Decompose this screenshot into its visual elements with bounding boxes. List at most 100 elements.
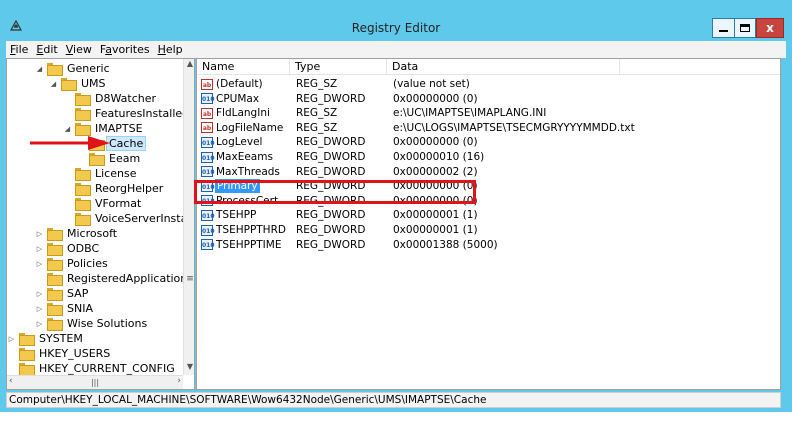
value-type: REG_DWORD [296,92,366,105]
collapsed-icon[interactable]: ▷ [35,260,44,268]
value-type: REG_SZ [296,121,338,134]
tree-item[interactable]: ▷ Wise Solutions [35,316,149,331]
expanded-icon[interactable]: ◢ [49,80,58,88]
folder-icon [47,63,63,76]
value-row[interactable]: 010 MaxEeams REG_DWORD 0x00000010 (16) [197,150,780,164]
folder-icon [89,153,105,166]
collapsed-icon[interactable]: ▷ [35,230,44,238]
folder-icon [47,228,63,241]
tree-item[interactable]: HKEY_USERS [7,346,112,361]
key-tree-pane[interactable]: ◢ Generic ◢ UMS D8Watcher FeaturesInstalled ◢ I… [6,58,195,390]
value-data: 0x00001388 (5000) [393,238,498,251]
value-row[interactable]: 010 CPUMax REG_DWORD 0x00000000 (0) [197,92,780,106]
menu-item-label: ile [15,43,29,56]
tree-item-label: Generic [67,62,110,75]
tree-item[interactable]: ▷ SNIA [35,301,95,316]
value-name: CPUMax [216,92,260,105]
scroll-thumb-grip-icon[interactable]: ||| [67,378,123,388]
tree-item[interactable]: ReorgHelper [63,181,165,196]
menu-item-label: dit [43,43,58,56]
menu-item[interactable]: Help [154,43,187,56]
folder-icon [47,258,63,271]
value-row[interactable]: 010 LogLevel REG_DWORD 0x00000000 (0) [197,135,780,149]
expanded-icon[interactable]: ◢ [35,65,44,73]
collapsed-icon[interactable]: ▷ [35,320,44,328]
tree-item-label: UMS [81,77,106,90]
registry-editor-window: Registry Editor x File Edit View Favorites H… [0,0,792,412]
collapsed-icon[interactable]: ▷ [35,290,44,298]
folder-icon [75,183,91,196]
maximize-button[interactable] [734,18,756,38]
tree-item-label: RegisteredApplications [67,272,183,285]
tree-item[interactable]: ▷ Policies [35,256,110,271]
collapsed-icon[interactable]: ▷ [35,305,44,313]
tree-item[interactable]: ▷ SYSTEM [7,331,85,346]
value-list-header: Name Type Data [197,59,780,75]
tree-horizontal-scrollbar[interactable]: ‹ ||| › [7,375,183,389]
tree-item[interactable]: VoiceServerInstall [63,211,183,226]
value-row[interactable]: ab LogFileName REG_SZ e:\UC\LOGS\IMAPTSE\TS… [197,121,780,135]
tree-item[interactable]: FeaturesInstalled [63,106,183,121]
value-type: REG_DWORD [296,224,366,236]
tree-vertical-scrollbar[interactable]: ▲ ≡ ▼ [183,59,194,375]
tree-item[interactable]: Eeam [77,151,142,166]
tree-item[interactable]: ▷ Microsoft [35,226,119,241]
tree-item[interactable]: ▷ SAP [35,286,90,301]
folder-icon [75,93,91,106]
scroll-up-icon[interactable]: ▲ [184,59,194,72]
value-data: 0x00000000 (0) [393,136,478,149]
scroll-left-icon[interactable]: ‹ [9,376,13,386]
minimize-button[interactable] [712,18,734,38]
value-name: LogFileName [216,121,284,134]
folder-icon [75,123,91,136]
value-name: (Default) [216,78,263,90]
tree-item-label: License [95,167,137,180]
menu-item[interactable]: Edit [32,43,61,56]
value-name: MaxEeams [216,151,273,163]
tree-item[interactable]: D8Watcher [63,91,158,106]
close-button[interactable]: x [756,18,784,38]
column-header-type[interactable]: Type [290,59,387,75]
minimize-icon [719,30,728,32]
status-bar-path: Computer\HKEY_LOCAL_MACHINE\SOFTWARE\Wow… [6,392,781,408]
scroll-down-icon[interactable]: ▼ [184,362,194,375]
value-list-pane[interactable]: Name Type Data ab (Default) REG_SZ (value n… [196,58,781,390]
folder-icon [19,333,35,346]
value-name-cell: ab LogFileName [201,121,291,135]
column-header-name[interactable]: Name [197,59,290,75]
value-row[interactable]: 010 TSEHPPTIME REG_DWORD 0x00001388 (5000) [197,238,780,252]
collapsed-icon[interactable]: ▷ [7,335,16,343]
tree-item[interactable]: HKEY_CURRENT_CONFIG [7,361,177,375]
tree-item[interactable]: ◢ Generic [35,61,112,76]
value-row[interactable]: ab FldLangIni REG_SZ e:\UC\IMAPTSE\IMAPLANG… [197,106,780,120]
tree-item[interactable]: VFormat [63,196,143,211]
scroll-right-icon[interactable]: › [177,376,181,386]
tree-item[interactable]: License [63,166,138,181]
folder-icon [75,168,91,181]
menu-item[interactable]: File [6,43,32,56]
value-row[interactable]: ab (Default) REG_SZ (value not set) [197,77,780,91]
value-row[interactable]: 010 MaxThreads REG_DWORD 0x00000002 (2) [197,165,780,179]
value-row[interactable]: 010 TSEHPP REG_DWORD 0x00000001 (1) [197,208,780,222]
tree-item[interactable]: ◢ IMAPTSE [63,121,145,136]
collapsed-icon[interactable]: ▷ [35,245,44,253]
tree-item[interactable]: ◢ UMS [49,76,108,91]
title-bar[interactable]: Registry Editor x [0,0,792,40]
value-row[interactable]: 010 TSEHPPTHRD REG_DWORD 0x00000001 (1) [197,223,780,237]
folder-icon [47,243,63,256]
value-name: TSEHPP [216,209,257,222]
value-data: 0x00000010 (16) [393,151,485,163]
tree-item[interactable]: ▷ ODBC [35,241,101,256]
folder-icon [47,318,63,331]
column-header-data[interactable]: Data [387,59,620,75]
menu-item[interactable]: View [62,43,96,56]
folder-icon [47,303,63,316]
tree-item-label: Microsoft [67,227,118,240]
string-value-icon: ab [201,78,213,90]
value-data: e:\UC\IMAPTSE\IMAPLANG.INI [393,107,547,120]
menu-item[interactable]: Favorites [96,43,154,56]
tree-item[interactable]: RegisteredApplications [35,271,183,286]
expanded-icon[interactable]: ◢ [63,125,72,133]
folder-icon [19,363,35,375]
scroll-thumb-grip-icon[interactable]: ≡ [185,274,194,294]
